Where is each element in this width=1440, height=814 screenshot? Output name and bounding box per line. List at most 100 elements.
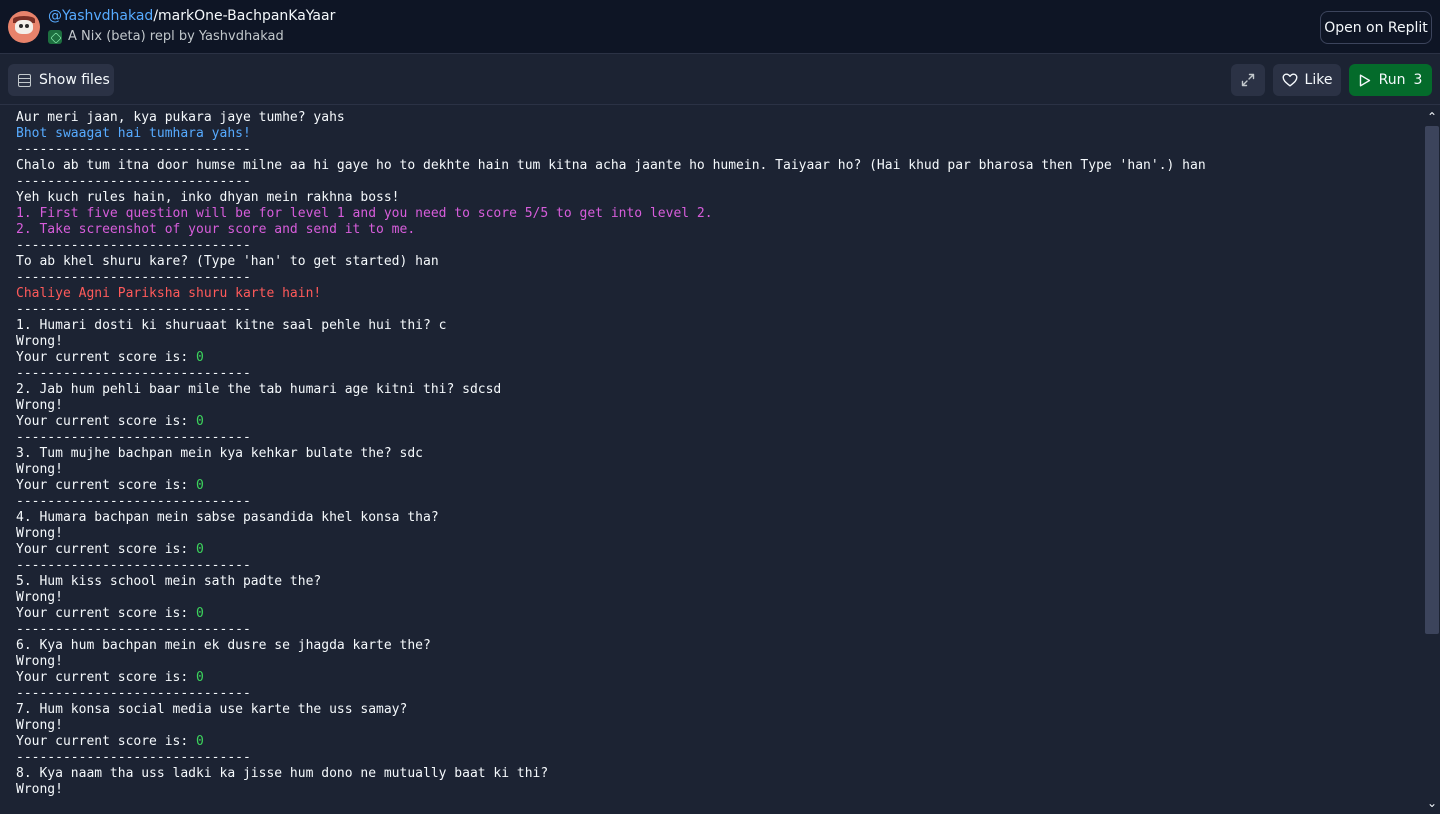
console-line-text: Wrong!: [16, 590, 63, 605]
show-files-button[interactable]: Show files: [8, 64, 114, 96]
console-line-text: Wrong!: [16, 398, 63, 413]
console-line: ------------------------------: [16, 270, 1408, 286]
console-line-text: Your current score is:: [16, 542, 197, 557]
console-line: Wrong!: [16, 590, 1408, 606]
console-line-text: ------------------------------: [16, 238, 251, 253]
play-icon: [1359, 74, 1370, 86]
console-line-text: 2. Take screenshot of your score and sen…: [16, 222, 416, 237]
repl-title: @Yashvdhakad/markOne-BachpanKaYaar: [48, 8, 335, 24]
run-count: 3: [1413, 72, 1423, 88]
console-line-text: ------------------------------: [16, 142, 251, 157]
console-line: Bhot swaagat hai tumhara yahs!: [16, 126, 1408, 142]
console-line-text: Wrong!: [16, 462, 63, 477]
console-line: ------------------------------: [16, 494, 1408, 510]
console-line-text: ------------------------------: [16, 750, 251, 765]
heart-icon: [1282, 73, 1298, 87]
console-line-text: ------------------------------: [16, 686, 251, 701]
scroll-up-icon[interactable]: ⌃: [1424, 110, 1440, 124]
score-value: 0: [196, 414, 204, 429]
console-line: Your current score is: 0: [16, 350, 1408, 366]
console-line-text: ------------------------------: [16, 622, 251, 637]
open-on-replit-button[interactable]: Open on Replit: [1320, 11, 1432, 44]
console-line: Wrong!: [16, 718, 1408, 734]
toolbar: Show files Like Run 3: [0, 55, 1440, 105]
score-value: 0: [196, 734, 204, 749]
console-line: 1. Humari dosti ki shuruaat kitne saal p…: [16, 318, 1408, 334]
console-line: 5. Hum kiss school mein sath padte the?: [16, 574, 1408, 590]
console-line: ------------------------------: [16, 142, 1408, 158]
expand-icon: [1241, 73, 1255, 87]
console-line: Your current score is: 0: [16, 606, 1408, 622]
console-line: Wrong!: [16, 782, 1408, 798]
console-line-text: Aur meri jaan, kya pukara jaye tumhe? ya…: [16, 110, 345, 125]
console-line: 7. Hum konsa social media use karte the …: [16, 702, 1408, 718]
console-line-text: 6. Kya hum bachpan mein ek dusre se jhag…: [16, 638, 431, 653]
console-line-text: ------------------------------: [16, 494, 251, 509]
console-line-text: 1. First five question will be for level…: [16, 206, 713, 221]
console-line: Your current score is: 0: [16, 734, 1408, 750]
console-line-text: Wrong!: [16, 718, 63, 733]
console-line: 2. Jab hum pehli baar mile the tab humar…: [16, 382, 1408, 398]
console-line: Chaliye Agni Pariksha shuru karte hain!: [16, 286, 1408, 302]
console-line-text: Wrong!: [16, 654, 63, 669]
console-line: ------------------------------: [16, 174, 1408, 190]
console-line-text: Chaliye Agni Pariksha shuru karte hain!: [16, 286, 322, 301]
console-line-text: Yeh kuch rules hain, inko dhyan mein rak…: [16, 190, 400, 205]
show-files-label: Show files: [39, 72, 110, 88]
console-line: Chalo ab tum itna door humse milne aa hi…: [16, 158, 1408, 174]
console-output[interactable]: Aur meri jaan, kya pukara jaye tumhe? ya…: [0, 106, 1424, 814]
repl-owner-link[interactable]: @Yashvdhakad: [48, 8, 153, 24]
console-line: ------------------------------: [16, 750, 1408, 766]
expand-button[interactable]: [1231, 64, 1265, 96]
console-line-text: Your current score is:: [16, 606, 197, 621]
score-value: 0: [196, 478, 204, 493]
console-line-text: 7. Hum konsa social media use karte the …: [16, 702, 408, 717]
console-line-text: ------------------------------: [16, 302, 251, 317]
console-line: 1. First five question will be for level…: [16, 206, 1408, 222]
console-line-text: Your current score is:: [16, 734, 197, 749]
score-value: 0: [196, 542, 204, 557]
console-line-text: Wrong!: [16, 334, 63, 349]
console-line: Wrong!: [16, 462, 1408, 478]
console-line-text: Your current score is:: [16, 478, 197, 493]
console-line-text: Bhot swaagat hai tumhara yahs!: [16, 126, 251, 141]
score-value: 0: [196, 606, 204, 621]
console-line: 8. Kya naam tha uss ladki ka jisse hum d…: [16, 766, 1408, 782]
console-line: ------------------------------: [16, 686, 1408, 702]
user-avatar[interactable]: [8, 11, 40, 43]
console-line: 6. Kya hum bachpan mein ek dusre se jhag…: [16, 638, 1408, 654]
console-line: Wrong!: [16, 526, 1408, 542]
scroll-thumb[interactable]: [1425, 126, 1439, 634]
scroll-down-icon[interactable]: ⌄: [1424, 796, 1440, 810]
console-line-text: 2. Jab hum pehli baar mile the tab humar…: [16, 382, 502, 397]
console-line: 3. Tum mujhe bachpan mein kya kehkar bul…: [16, 446, 1408, 462]
console-line-text: 8. Kya naam tha uss ladki ka jisse hum d…: [16, 766, 549, 781]
console-line: ------------------------------: [16, 430, 1408, 446]
console-line: ------------------------------: [16, 622, 1408, 638]
console-line-text: Wrong!: [16, 526, 63, 541]
console-line-text: ------------------------------: [16, 558, 251, 573]
repl-subtitle-text: A Nix (beta) repl by Yashvdhakad: [68, 29, 284, 44]
console-line-text: ------------------------------: [16, 270, 251, 285]
console-line-text: 1. Humari dosti ki shuruaat kitne saal p…: [16, 318, 447, 333]
console-line-text: Your current score is:: [16, 670, 197, 685]
like-button[interactable]: Like: [1273, 64, 1341, 96]
repl-subtitle: A Nix (beta) repl by Yashvdhakad: [48, 29, 284, 44]
console-line: ------------------------------: [16, 302, 1408, 318]
console-line: Wrong!: [16, 654, 1408, 670]
console-line: ------------------------------: [16, 366, 1408, 382]
console-line-text: 3. Tum mujhe bachpan mein kya kehkar bul…: [16, 446, 423, 461]
console-line-text: 5. Hum kiss school mein sath padte the?: [16, 574, 322, 589]
console-line-text: ------------------------------: [16, 174, 251, 189]
console-line: Wrong!: [16, 398, 1408, 414]
repl-header: @Yashvdhakad/markOne-BachpanKaYaar A Nix…: [0, 0, 1440, 54]
console-line: Your current score is: 0: [16, 542, 1408, 558]
console-line-text: Chalo ab tum itna door humse milne aa hi…: [16, 158, 1206, 173]
console-scrollbar[interactable]: ⌃ ⌄: [1424, 106, 1440, 814]
run-button[interactable]: Run 3: [1349, 64, 1432, 96]
run-label: Run: [1378, 72, 1406, 88]
console-line-text: ------------------------------: [16, 366, 251, 381]
console-line: Yeh kuch rules hain, inko dhyan mein rak…: [16, 190, 1408, 206]
console-line-text: Wrong!: [16, 782, 63, 797]
console-line-text: 4. Humara bachpan mein sabse pasandida k…: [16, 510, 439, 525]
